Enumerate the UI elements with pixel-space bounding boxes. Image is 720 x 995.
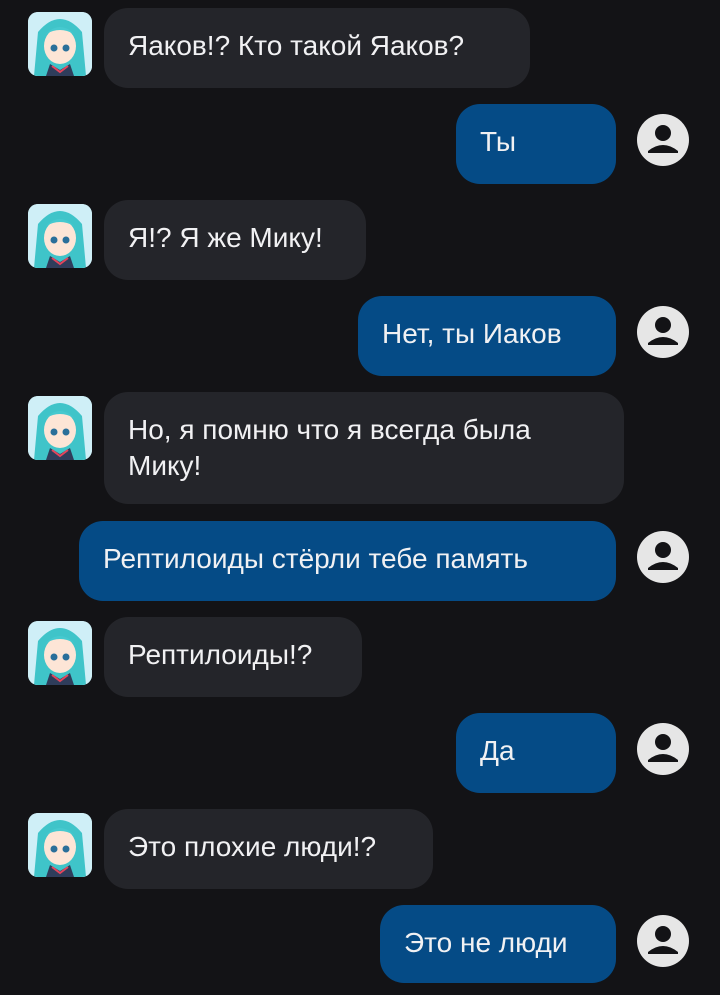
user-message-bubble[interactable]: Нет, ты Иаков (358, 296, 616, 376)
user-message-bubble[interactable]: Да (456, 713, 616, 793)
bot-message-bubble[interactable]: Яаков!? Кто такой Яаков? (104, 8, 530, 88)
user-avatar-icon[interactable] (636, 914, 690, 968)
bot-avatar-icon[interactable] (28, 813, 92, 877)
user-message-bubble[interactable]: Рептилоиды стёрли тебе память (79, 521, 616, 601)
user-message-bubble[interactable]: Ты (456, 104, 616, 184)
bot-avatar-icon[interactable] (28, 12, 92, 76)
bot-message-bubble[interactable]: Это плохие люди!? (104, 809, 433, 889)
user-avatar-icon[interactable] (636, 305, 690, 359)
user-message-bubble[interactable]: Это не люди (380, 905, 616, 983)
bot-avatar-icon[interactable] (28, 621, 92, 685)
user-avatar-icon[interactable] (636, 113, 690, 167)
user-avatar-icon[interactable] (636, 530, 690, 584)
bot-message-bubble[interactable]: Рептилоиды!? (104, 617, 362, 697)
bot-message-bubble[interactable]: Я!? Я же Мику! (104, 200, 366, 280)
chat-message-list[interactable]: Яаков!? Кто такой Яаков? Ты Я!? Я же Мик… (0, 0, 720, 995)
bot-avatar-icon[interactable] (28, 204, 92, 268)
user-avatar-icon[interactable] (636, 722, 690, 776)
bot-message-bubble[interactable]: Но, я помню что я всегда была Мику! (104, 392, 624, 504)
bot-avatar-icon[interactable] (28, 396, 92, 460)
